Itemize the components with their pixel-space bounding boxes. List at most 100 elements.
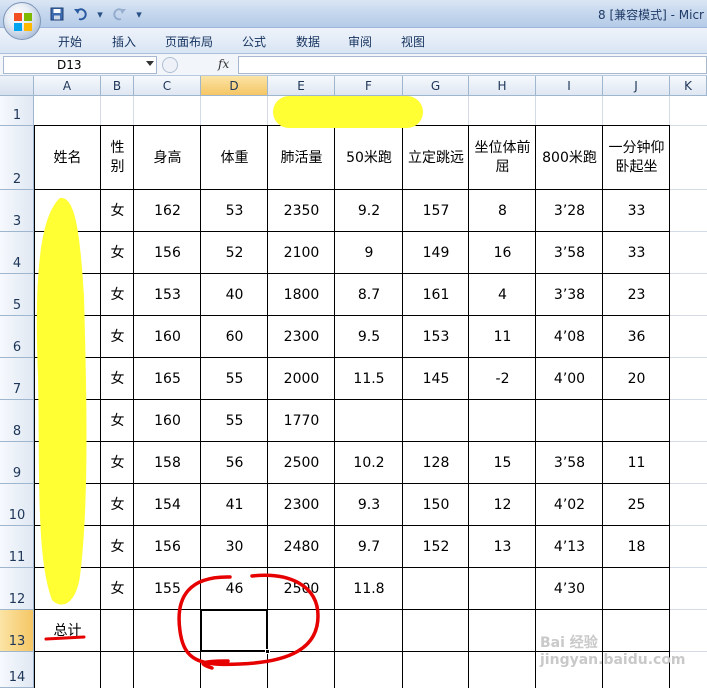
data-cell[interactable]: 3’58 — [536, 442, 603, 484]
data-cell[interactable]: 128 — [403, 442, 469, 484]
data-cell[interactable] — [34, 274, 101, 316]
spreadsheet-grid[interactable]: ABCDEFGHIJK 1 2 3 4 5 6 7 8 9 10 11 12 13 14 姓名 性别 身高 体重… — [0, 76, 707, 688]
data-cell[interactable] — [34, 400, 101, 442]
data-cell[interactable]: 153 — [403, 316, 469, 358]
customize-toolbar-icon[interactable]: ▾ — [134, 6, 144, 22]
data-cell[interactable]: 2350 — [268, 190, 335, 232]
tab-formulas[interactable]: 公式 — [242, 33, 266, 50]
data-cell[interactable] — [536, 400, 603, 442]
data-cell[interactable]: 165 — [134, 358, 201, 400]
data-cell[interactable]: 12 — [469, 484, 536, 526]
data-cell[interactable]: 11.8 — [335, 568, 403, 610]
data-cell[interactable]: 158 — [134, 442, 201, 484]
data-cell[interactable]: 33 — [603, 232, 670, 274]
data-cell[interactable]: 女 — [101, 484, 134, 526]
data-cell[interactable]: 33 — [603, 190, 670, 232]
data-cell[interactable]: 149 — [403, 232, 469, 274]
data-cell[interactable] — [34, 358, 101, 400]
data-cell[interactable]: 160 — [134, 400, 201, 442]
data-cell[interactable] — [34, 568, 101, 610]
data-cell[interactable]: 162 — [134, 190, 201, 232]
column-header-b[interactable]: B — [101, 76, 134, 96]
data-cell[interactable]: 女 — [101, 232, 134, 274]
row-header-5[interactable]: 5 — [0, 274, 34, 316]
data-cell[interactable]: 4’00 — [536, 358, 603, 400]
data-cell[interactable]: 9.7 — [335, 526, 403, 568]
data-cell[interactable] — [403, 400, 469, 442]
data-cell[interactable]: 4’08 — [536, 316, 603, 358]
fill-handle[interactable] — [265, 649, 270, 654]
data-cell[interactable] — [335, 400, 403, 442]
header-cell-f[interactable]: 50米跑 — [335, 126, 403, 190]
row-header-7[interactable]: 7 — [0, 358, 34, 400]
tab-view[interactable]: 视图 — [401, 33, 425, 50]
data-cell[interactable]: 2300 — [268, 484, 335, 526]
data-cell[interactable] — [34, 526, 101, 568]
column-header-j[interactable]: J — [603, 76, 670, 96]
row-header-4[interactable]: 4 — [0, 232, 34, 274]
data-cell[interactable]: 2480 — [268, 526, 335, 568]
row-header-2[interactable]: 2 — [0, 126, 34, 190]
column-header-a[interactable]: A — [34, 76, 101, 96]
data-cell[interactable] — [34, 232, 101, 274]
header-cell-g[interactable]: 立定跳远 — [403, 126, 469, 190]
data-cell[interactable]: 8 — [469, 190, 536, 232]
data-cell[interactable]: 女 — [101, 358, 134, 400]
data-cell[interactable]: 9.5 — [335, 316, 403, 358]
data-cell[interactable] — [34, 316, 101, 358]
row-header-9[interactable]: 9 — [0, 442, 34, 484]
row-header-3[interactable]: 3 — [0, 190, 34, 232]
tab-home[interactable]: 开始 — [58, 33, 82, 50]
data-cell[interactable]: 55 — [201, 400, 268, 442]
column-header-f[interactable]: F — [335, 76, 403, 96]
column-header-i[interactable]: I — [536, 76, 603, 96]
data-cell[interactable]: 女 — [101, 442, 134, 484]
data-cell[interactable]: 25 — [603, 484, 670, 526]
column-header-c[interactable]: C — [134, 76, 201, 96]
tab-insert[interactable]: 插入 — [112, 33, 136, 50]
data-cell[interactable]: 4’02 — [536, 484, 603, 526]
data-cell[interactable]: 60 — [201, 316, 268, 358]
data-cell[interactable]: 9.3 — [335, 484, 403, 526]
data-cell[interactable]: 155 — [134, 568, 201, 610]
data-cell[interactable]: 36 — [603, 316, 670, 358]
select-all-corner[interactable] — [0, 76, 34, 96]
office-button[interactable] — [3, 2, 41, 40]
data-cell[interactable]: 女 — [101, 190, 134, 232]
column-header-g[interactable]: G — [403, 76, 469, 96]
row-header-13[interactable]: 13 — [0, 610, 34, 652]
header-cell-e[interactable]: 肺活量 — [268, 126, 335, 190]
data-cell[interactable]: 3’28 — [536, 190, 603, 232]
data-cell[interactable]: 15 — [469, 442, 536, 484]
data-cell[interactable]: 11.5 — [335, 358, 403, 400]
data-cell[interactable]: 153 — [134, 274, 201, 316]
data-cell[interactable]: 女 — [101, 568, 134, 610]
data-cell[interactable]: 23 — [603, 274, 670, 316]
data-cell[interactable]: 154 — [134, 484, 201, 526]
data-cell[interactable] — [403, 568, 469, 610]
data-cell[interactable]: 41 — [201, 484, 268, 526]
data-cell[interactable]: 女 — [101, 316, 134, 358]
data-cell[interactable] — [469, 568, 536, 610]
data-cell[interactable]: 56 — [201, 442, 268, 484]
data-cell[interactable]: 10.2 — [335, 442, 403, 484]
data-cell[interactable]: 157 — [403, 190, 469, 232]
data-cell[interactable]: 女 — [101, 526, 134, 568]
data-cell[interactable]: 女 — [101, 400, 134, 442]
data-cell[interactable]: 156 — [134, 232, 201, 274]
row-header-10[interactable]: 10 — [0, 484, 34, 526]
data-cell[interactable] — [34, 190, 101, 232]
insert-function-button[interactable]: fx — [218, 57, 229, 71]
undo-icon[interactable] — [72, 6, 90, 22]
header-cell-d[interactable]: 体重 — [201, 126, 268, 190]
data-cell[interactable]: 156 — [134, 526, 201, 568]
header-cell-i[interactable]: 800米跑 — [536, 126, 603, 190]
data-cell[interactable]: 2000 — [268, 358, 335, 400]
header-cell-h[interactable]: 坐位体前屈 — [469, 126, 536, 190]
data-cell[interactable]: 2300 — [268, 316, 335, 358]
row-header-12[interactable]: 12 — [0, 568, 34, 610]
data-cell[interactable]: -2 — [469, 358, 536, 400]
row-header-6[interactable]: 6 — [0, 316, 34, 358]
header-cell-j[interactable]: 一分钟仰卧起坐 — [603, 126, 670, 190]
data-cell[interactable]: 8.7 — [335, 274, 403, 316]
